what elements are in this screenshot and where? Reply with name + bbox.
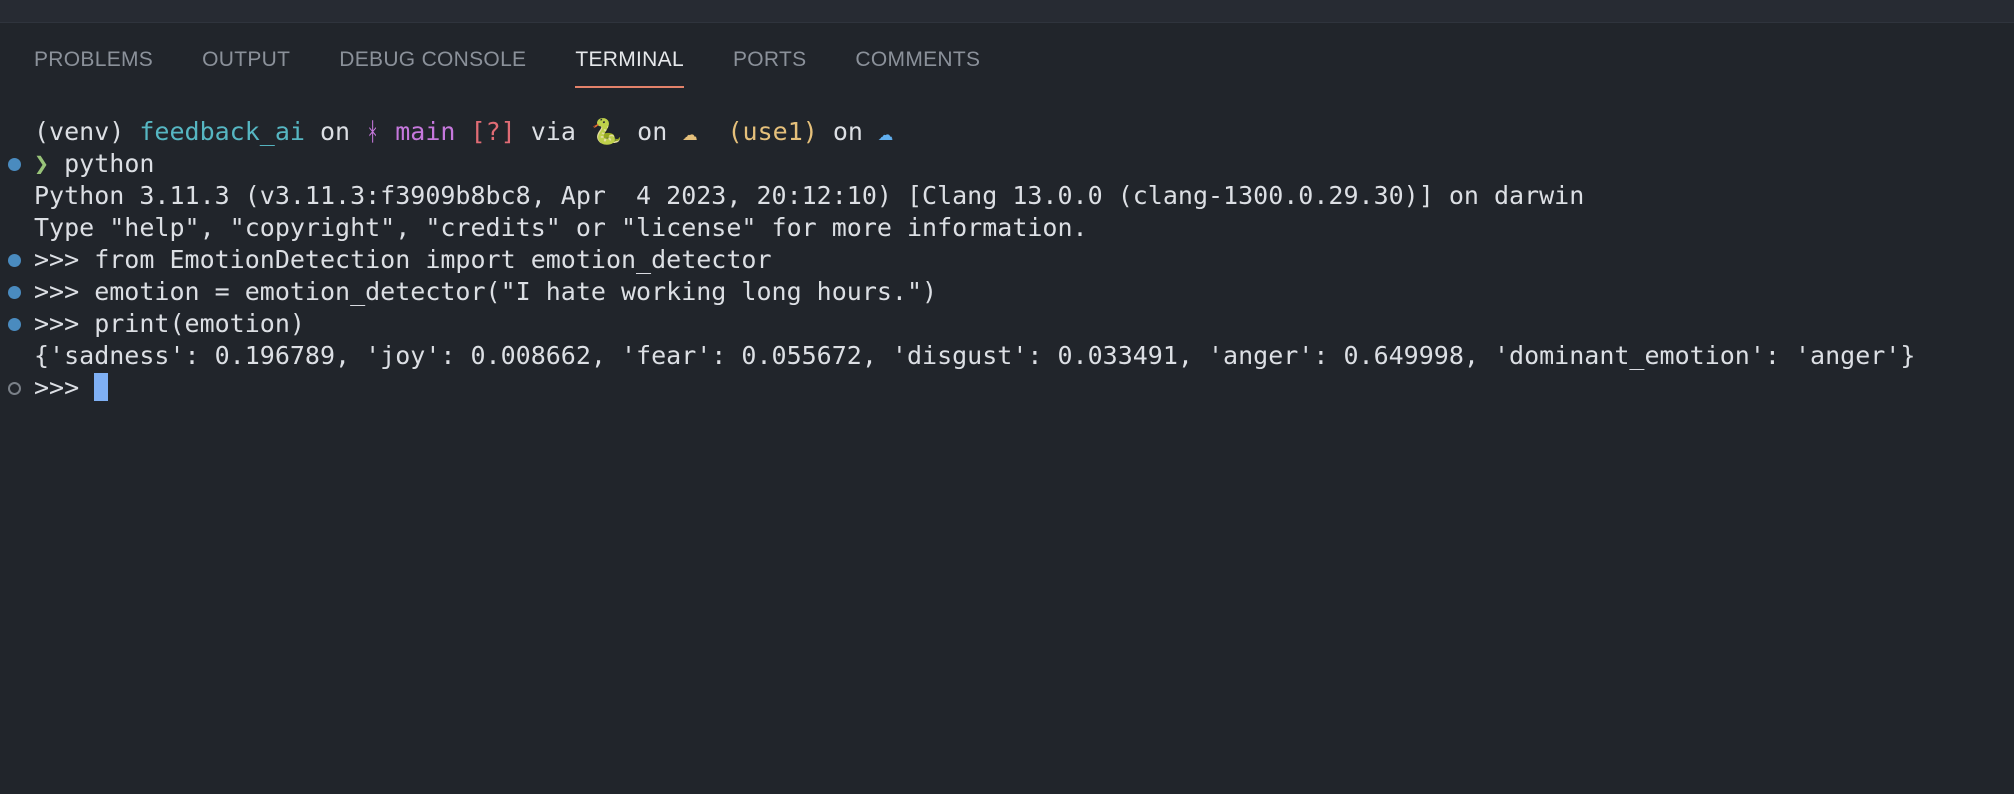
output-line: Python 3.11.3 (v3.11.3:f3909b8bc8, Apr 4… — [34, 181, 1585, 210]
prompt-chevron-icon: ❯ — [34, 149, 50, 178]
directory-label: feedback_ai — [139, 117, 305, 146]
tab-problems[interactable]: PROBLEMS — [34, 48, 153, 86]
repl-input-text: >>> from EmotionDetection import emotion… — [34, 245, 772, 274]
via-label: via — [515, 117, 591, 146]
on-label: on — [622, 117, 683, 146]
python-icon: 🐍 — [590, 117, 623, 146]
on-label: on — [304, 117, 366, 146]
tab-output[interactable]: OUTPUT — [202, 48, 290, 86]
command-line: ❯ python — [0, 148, 2014, 180]
git-status-label: [?] — [470, 117, 516, 146]
venv-label: (venv) — [34, 117, 125, 146]
tab-debug-console[interactable]: DEBUG CONSOLE — [339, 48, 526, 86]
repl-input-text: >>> print(emotion) — [34, 309, 305, 338]
terminal-cursor — [94, 373, 109, 401]
terminal-output[interactable]: (venv) feedback_ai on ᚼ main [?] via 🐍 o… — [0, 116, 2014, 404]
tab-comments[interactable]: COMMENTS — [855, 48, 980, 86]
tab-terminal[interactable]: TERMINAL — [575, 48, 684, 88]
output-line: {'sadness': 0.196789, 'joy': 0.008662, '… — [34, 341, 1916, 370]
repl-input-line: >>> print(emotion) — [0, 308, 2014, 340]
panel-top-border — [0, 0, 2014, 23]
command-decoration-icon[interactable] — [8, 158, 21, 171]
tab-ports[interactable]: PORTS — [733, 48, 806, 86]
repl-prompt: >>> — [34, 373, 95, 402]
command-text: python — [64, 149, 155, 178]
output-line: Type "help", "copyright", "credits" or "… — [34, 213, 1088, 242]
git-branch-icon: ᚼ — [365, 117, 381, 146]
panel-tab-bar: PROBLEMS OUTPUT DEBUG CONSOLE TERMINAL P… — [34, 48, 1029, 88]
command-decoration-icon[interactable] — [8, 286, 21, 299]
repl-input-line: >>> from EmotionDetection import emotion… — [0, 244, 2014, 276]
command-decoration-icon[interactable] — [8, 254, 21, 267]
command-decoration-icon[interactable] — [8, 318, 21, 331]
aws-region-label: (use1) — [727, 117, 818, 146]
repl-active-line[interactable]: >>> — [0, 372, 2014, 404]
aws-cloud-icon: ☁ — [682, 117, 698, 146]
cloud-icon: ☁ — [878, 117, 894, 146]
shell-prompt-line: (venv) feedback_ai on ᚼ main [?] via 🐍 o… — [0, 116, 2014, 148]
command-decoration-icon[interactable] — [8, 382, 21, 395]
repl-input-text: >>> emotion = emotion_detector("I hate w… — [34, 277, 938, 306]
repl-input-line: >>> emotion = emotion_detector("I hate w… — [0, 276, 2014, 308]
on-label: on — [817, 117, 879, 146]
git-branch-label: main — [395, 117, 456, 146]
